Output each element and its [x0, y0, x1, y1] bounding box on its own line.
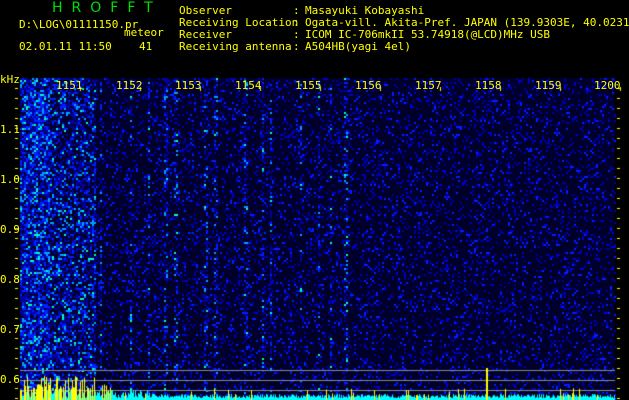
x-tick: 1154 — [235, 79, 262, 92]
x-tick: 1152 — [116, 79, 143, 92]
x-tick: 1156 — [355, 79, 382, 92]
info-separator: : — [293, 40, 300, 53]
x-tick: 1200 — [594, 79, 621, 92]
count: 41 — [139, 40, 153, 53]
spectrogram — [0, 70, 629, 400]
y-tick: 0.7 — [0, 323, 20, 336]
mode-label: meteor — [124, 26, 164, 39]
x-tick: 1159 — [535, 79, 562, 92]
datetime: 02.01.11 11:50 — [19, 40, 112, 53]
file-path: D:\LOG\01111150.pr — [19, 18, 139, 31]
x-tick: 1157 — [415, 79, 442, 92]
info-label: Receiving antenna — [179, 40, 292, 53]
y-tick: 1.1 — [0, 123, 20, 136]
y-tick: 0.8 — [0, 273, 20, 286]
x-tick: 1155 — [295, 79, 322, 92]
y-tick: 0.9 — [0, 223, 20, 236]
y-tick: 0.6 — [0, 373, 20, 386]
app-title: HROFFT — [52, 0, 162, 16]
y-tick: 1.0 — [0, 173, 20, 186]
x-tick: 1153 — [175, 79, 202, 92]
y-unit: kHz — [0, 73, 20, 86]
x-tick: 1158 — [475, 79, 502, 92]
info-value: A504HB(yagi 4el) — [305, 40, 411, 53]
x-tick: 1151 — [56, 79, 83, 92]
